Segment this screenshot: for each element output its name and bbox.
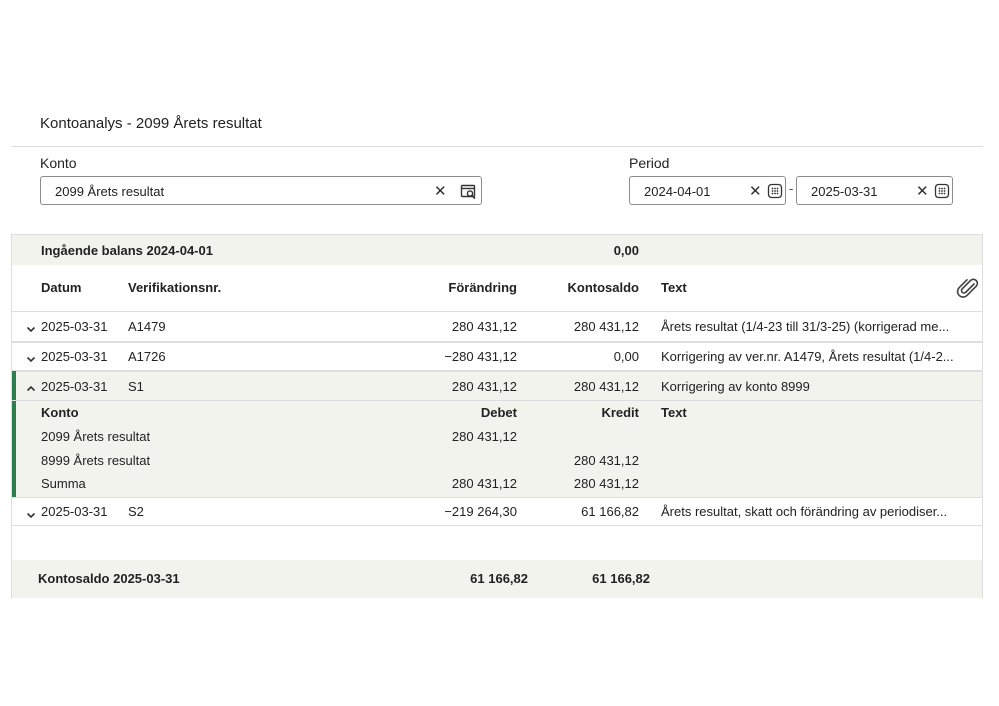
period-to-value: 2025-03-31 [811, 184, 878, 199]
detail-header-text: Text [661, 405, 687, 420]
closing-balance-value: 61 166,82 [592, 571, 650, 586]
detail-header-debit: Debet [480, 405, 517, 420]
column-header-change[interactable]: Förändring [392, 280, 517, 295]
detail-summary-label: Summa [41, 476, 86, 491]
column-header-ver[interactable]: Verifikationsnr. [128, 280, 221, 295]
row-ver: S2 [128, 504, 144, 519]
row-change: 280 431,12 [451, 379, 517, 394]
opening-balance-label: Ingående balans 2024-04-01 [41, 243, 213, 258]
chevron-up-icon[interactable] [26, 381, 36, 392]
konto-input[interactable]: 2099 Årets resultat ✕ [40, 176, 482, 205]
account-table: Ingående balans 2024-04-01 0,00 Datum Ve… [11, 234, 983, 598]
row-balance: 280 431,12 [573, 379, 639, 394]
title-divider [11, 146, 983, 147]
chevron-down-icon[interactable] [26, 351, 36, 363]
row-change: −280 431,12 [444, 349, 517, 364]
page-title: Kontoanalys - 2099 Årets resultat [40, 115, 262, 132]
close-icon[interactable]: ✕ [749, 182, 762, 200]
chevron-down-icon[interactable] [26, 321, 36, 333]
detail-line-account: 8999 Årets resultat [41, 453, 151, 468]
detail-summary-debit: 280 431,12 [451, 476, 517, 491]
detail-header-account: Konto [41, 405, 79, 420]
row-ver: A1726 [128, 349, 166, 364]
row-ver: A1479 [128, 319, 166, 334]
column-header-text[interactable]: Text [661, 280, 687, 295]
row-date: 2025-03-31 [41, 379, 108, 394]
column-header-balance[interactable]: Kontosaldo [512, 280, 640, 295]
closing-balance-label: Kontosaldo 2025-03-31 [38, 571, 180, 586]
period-label: Period [629, 155, 670, 171]
row-change: 280 431,12 [451, 319, 517, 334]
calendar-icon[interactable] [933, 182, 950, 199]
close-icon[interactable]: ✕ [916, 182, 929, 200]
row-balance: 280 431,12 [573, 319, 639, 334]
row-change: −219 264,30 [444, 504, 517, 519]
row-ver: S1 [128, 379, 144, 394]
detail-summary-credit: 280 431,12 [573, 476, 639, 491]
chevron-down-icon[interactable] [26, 507, 36, 519]
close-icon[interactable]: ✕ [434, 182, 447, 200]
closing-balance-change: 61 166,82 [470, 571, 528, 586]
account-search-icon[interactable] [459, 182, 477, 200]
table-row-expanded[interactable]: 2025-03-31 S1 280 431,12 280 431,12 Korr… [12, 372, 982, 401]
row-text: Årets resultat, skatt och förändring av … [661, 504, 948, 519]
opening-balance-value: 0,00 [613, 243, 639, 258]
detail-header-credit: Kredit [601, 405, 639, 420]
detail-line-account: 2099 Årets resultat [41, 429, 151, 444]
row-balance: 61 166,82 [581, 504, 639, 519]
konto-input-value: 2099 Årets resultat [55, 184, 165, 199]
period-to-input[interactable]: 2025-03-31 ✕ [796, 176, 953, 205]
row-date: 2025-03-31 [41, 349, 108, 364]
table-row[interactable]: 2025-03-31 A1726 −280 431,12 0,00 Korrig… [12, 342, 982, 371]
paperclip-icon[interactable] [955, 275, 981, 301]
column-header-date[interactable]: Datum [41, 280, 81, 295]
detail-divider [12, 400, 982, 401]
row-date: 2025-03-31 [41, 319, 108, 334]
calendar-icon[interactable] [766, 182, 783, 199]
period-from-value: 2024-04-01 [644, 184, 711, 199]
konto-label: Konto [40, 155, 77, 171]
table-row[interactable]: 2025-03-31 A1479 280 431,12 280 431,12 Å… [12, 312, 982, 341]
row-text: Korrigering av konto 8999 [661, 379, 810, 394]
detail-line-debit: 280 431,12 [451, 429, 517, 444]
row-divider [12, 525, 982, 526]
row-balance: 0,00 [613, 349, 639, 364]
row-date: 2025-03-31 [41, 504, 108, 519]
row-text: Årets resultat (1/4-23 till 31/3-25) (ko… [661, 319, 950, 334]
detail-line-credit: 280 431,12 [573, 453, 639, 468]
period-from-input[interactable]: 2024-04-01 ✕ [629, 176, 786, 205]
table-row[interactable]: 2025-03-31 S2 −219 264,30 61 166,82 Året… [12, 498, 982, 526]
period-separator: - [789, 181, 794, 196]
row-text: Korrigering av ver.nr. A1479, Årets resu… [661, 349, 954, 364]
